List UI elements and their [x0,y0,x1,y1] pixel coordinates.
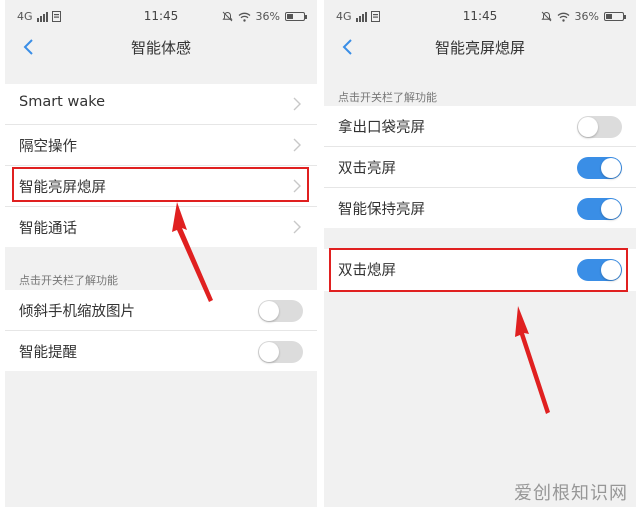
battery-percent: 36% [574,10,599,23]
toggle-row-tilt-zoom[interactable]: 倾斜手机缩放图片 [5,290,317,331]
toggle-row-smart-stay-awake[interactable]: 智能保持亮屏 [324,188,636,228]
toggle-label: 双击亮屏 [338,161,396,177]
toggle-label: 双击熄屏 [338,263,396,279]
chevron-right-icon [293,220,301,234]
alarm-off-icon [221,11,233,22]
left-phone-screen: 4G 11:45 36% 智能体感 Smart wake 隔空操作 智能亮屏熄屏 [5,0,317,507]
list-item-smart-screen-on-off[interactable]: 智能亮屏熄屏 [5,166,317,207]
watermark: 爱创根知识网 [514,483,628,504]
toggle-list: 拿出口袋亮屏 双击亮屏 智能保持亮屏 [324,106,636,228]
wifi-icon [238,12,250,22]
toggle-row-pocket-wake[interactable]: 拿出口袋亮屏 [324,106,636,147]
status-bar: 4G 11:45 36% [5,0,317,32]
toggle-row-double-tap-sleep[interactable]: 双击熄屏 [324,249,636,291]
chevron-right-icon [293,138,301,152]
nav-bar: 智能亮屏熄屏 [324,32,636,64]
smart-stay-awake-toggle[interactable] [577,198,622,220]
red-arrow-icon [515,306,550,414]
toggle-label: 拿出口袋亮屏 [338,120,425,136]
list-item-air-gesture[interactable]: 隔空操作 [5,125,317,166]
alarm-off-icon [540,11,552,22]
list-item-smart-call[interactable]: 智能通话 [5,207,317,247]
tilt-zoom-toggle[interactable] [258,300,303,322]
wifi-icon [557,12,569,22]
pocket-wake-toggle[interactable] [577,116,622,138]
feature-list: Smart wake 隔空操作 智能亮屏熄屏 智能通话 [5,84,317,247]
list-item-smart-wake[interactable]: Smart wake [5,84,317,125]
battery-icon [285,12,307,21]
list-item-label: 智能通话 [19,221,77,237]
red-arrow-icon [172,202,213,302]
right-phone-screen: 4G 11:45 36% 智能亮屏熄屏 点击开关栏了解功能 拿出口袋亮屏 双击亮… [324,0,636,507]
smart-reminder-toggle[interactable] [258,341,303,363]
toggle-label: 智能保持亮屏 [338,202,425,218]
nav-bar: 智能体感 [5,32,317,64]
page-title: 智能亮屏熄屏 [434,39,525,57]
chevron-right-icon [293,97,301,111]
double-tap-sleep-section: 双击熄屏 [324,249,636,291]
toggle-list: 倾斜手机缩放图片 智能提醒 [5,290,317,371]
toggle-label: 倾斜手机缩放图片 [19,304,135,320]
section-hint: 点击开关栏了解功能 [19,274,118,287]
toggle-label: 智能提醒 [19,345,77,361]
status-bar: 4G 11:45 36% [324,0,636,32]
list-item-label: 智能亮屏熄屏 [19,180,106,196]
list-item-label: Smart wake [19,94,106,110]
double-tap-sleep-toggle[interactable] [577,259,622,281]
toggle-row-smart-reminder[interactable]: 智能提醒 [5,331,317,371]
section-hint: 点击开关栏了解功能 [338,91,437,104]
battery-percent: 36% [255,10,280,23]
double-tap-wake-toggle[interactable] [577,157,622,179]
chevron-right-icon [293,179,301,193]
list-item-label: 隔空操作 [19,139,77,155]
toggle-row-double-tap-wake[interactable]: 双击亮屏 [324,147,636,188]
page-title: 智能体感 [130,39,191,57]
battery-icon [604,12,626,21]
